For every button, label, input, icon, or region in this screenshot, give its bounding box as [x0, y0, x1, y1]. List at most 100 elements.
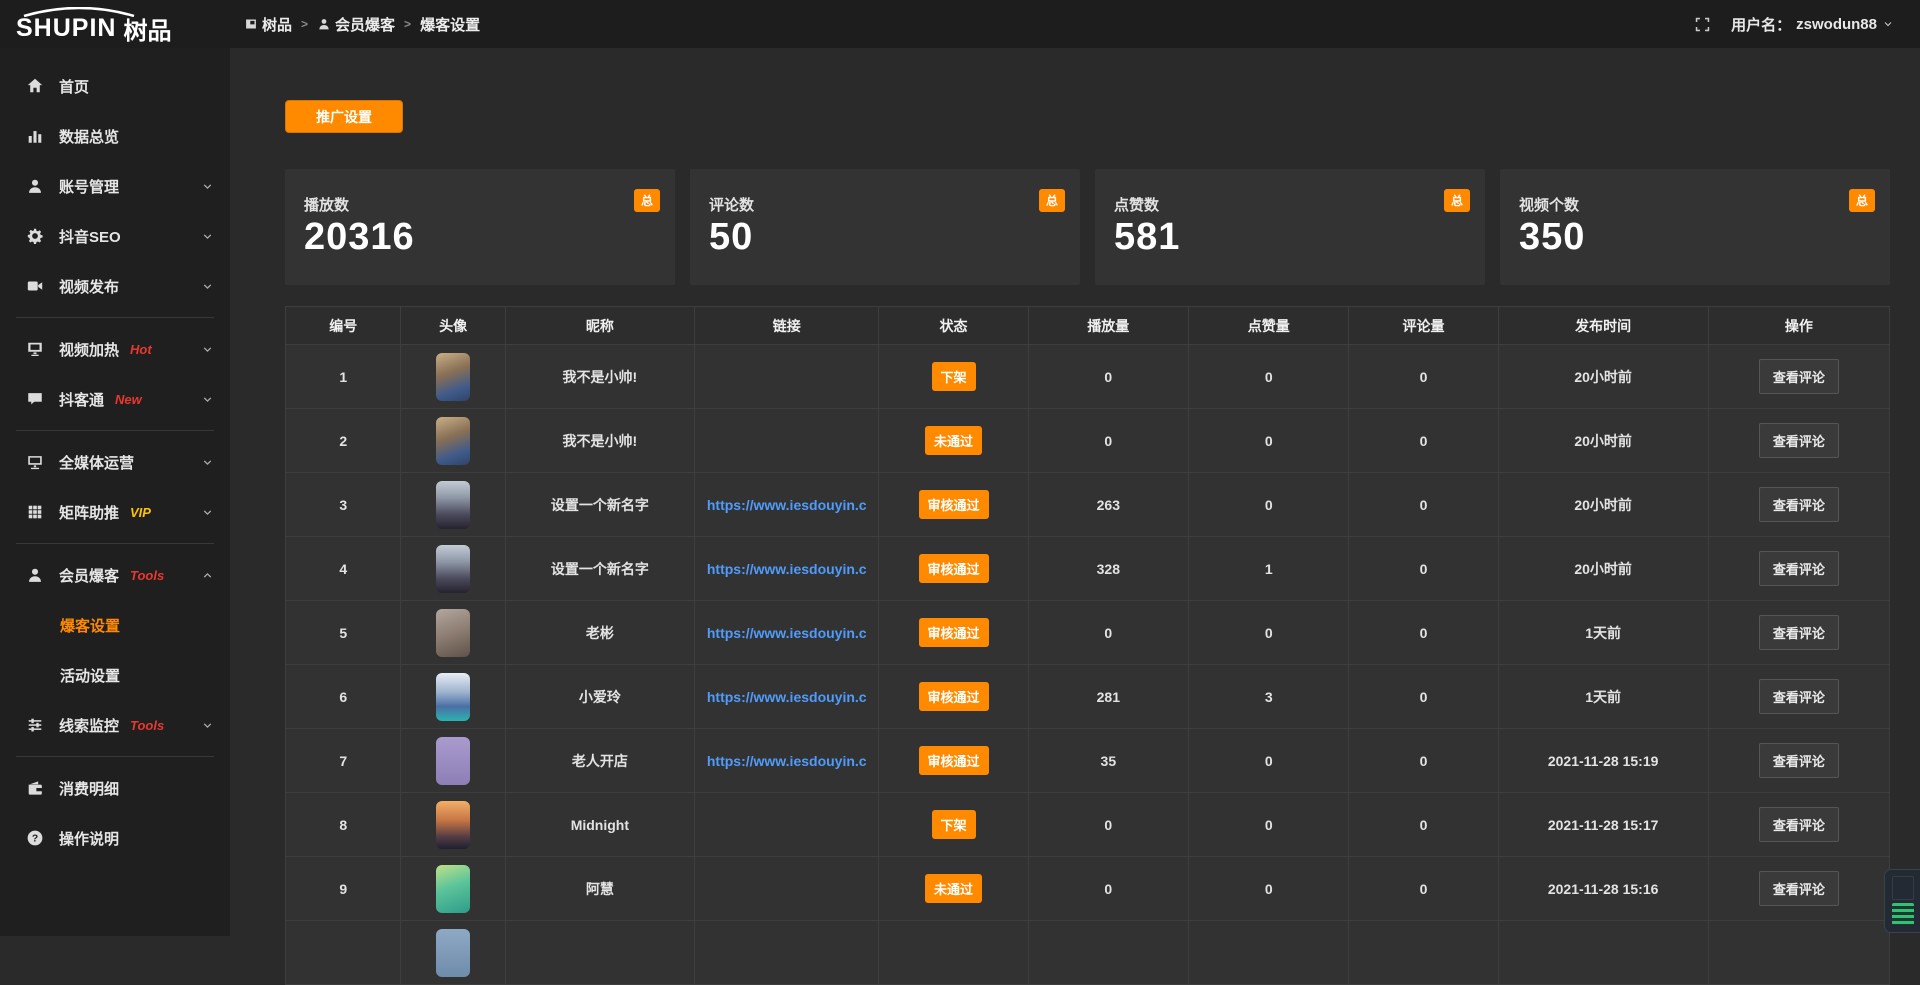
cell-status: 审核通过 [879, 729, 1028, 793]
sidebar-item-matrix-boost[interactable]: 矩阵助推VIP [0, 487, 230, 537]
chevron-down-icon [201, 506, 214, 519]
user-menu[interactable]: 用户名：zswodun88 [1731, 14, 1894, 35]
stat-card: 播放数20316总 [285, 169, 675, 285]
sidebar-item-label: 视频加热 [59, 339, 119, 360]
status-badge[interactable]: 审核通过 [919, 618, 989, 647]
sidebar-item-doukotong[interactable]: 抖客通New [0, 374, 230, 424]
view-comments-button[interactable]: 查看评论 [1759, 871, 1839, 906]
avatar [436, 545, 470, 593]
sidebar-item-member-baoke[interactable]: 会员爆客Tools [0, 550, 230, 600]
cell-time: 2021-11-28 15:19 [1498, 729, 1708, 793]
breadcrumb-separator: > [301, 17, 308, 31]
view-comments-button[interactable]: 查看评论 [1759, 551, 1839, 586]
cell-like [1189, 921, 1349, 985]
total-badge: 总 [634, 189, 660, 212]
sidebar-item-tag: Tools [130, 718, 164, 733]
logo-text: SHUPIN [16, 14, 116, 42]
breadcrumb-item[interactable]: 爆客设置 [420, 14, 480, 35]
sidebar-item-douyin-seo[interactable]: 抖音SEO [0, 211, 230, 261]
gear-icon [25, 226, 45, 246]
cell-comment: 0 [1349, 793, 1498, 857]
stat-card-value: 581 [1114, 217, 1470, 259]
view-comments-button[interactable]: 查看评论 [1759, 423, 1839, 458]
cell-comment: 0 [1349, 729, 1498, 793]
status-badge[interactable]: 审核通过 [919, 490, 989, 519]
fullscreen-icon[interactable] [1694, 16, 1711, 33]
avatar [436, 865, 470, 913]
avatar [436, 609, 470, 657]
breadcrumb-label: 会员爆客 [335, 14, 395, 35]
view-comments-button[interactable]: 查看评论 [1759, 807, 1839, 842]
chevron-down-icon [201, 180, 214, 193]
cell-action: 查看评论 [1708, 537, 1889, 601]
cell-action: 查看评论 [1708, 793, 1889, 857]
status-badge[interactable]: 未通过 [925, 874, 982, 903]
cell-nickname: 老彬 [505, 601, 694, 665]
column-header: 点赞量 [1189, 307, 1349, 345]
sidebar-item-label: 消费明细 [59, 778, 119, 799]
sidebar-item-home[interactable]: 首页 [0, 61, 230, 111]
cell-time: 20小时前 [1498, 409, 1708, 473]
cell-action: 查看评论 [1708, 601, 1889, 665]
avatar [436, 481, 470, 529]
sidebar-subitem-label: 爆客设置 [60, 615, 120, 636]
cell-status: 下架 [879, 345, 1028, 409]
view-comments-button[interactable]: 查看评论 [1759, 743, 1839, 778]
cell-status: 审核通过 [879, 537, 1028, 601]
cell-play: 263 [1028, 473, 1188, 537]
video-link[interactable]: https://www.iesdouyin.c [707, 689, 867, 705]
cell-play [1028, 921, 1188, 985]
status-badge[interactable]: 下架 [932, 362, 976, 391]
cell-action: 查看评论 [1708, 857, 1889, 921]
view-comments-button[interactable]: 查看评论 [1759, 487, 1839, 522]
sidebar-item-video-publish[interactable]: 视频发布 [0, 261, 230, 311]
status-badge[interactable]: 下架 [932, 810, 976, 839]
wallet-icon [25, 778, 45, 798]
chevron-down-icon [201, 393, 214, 406]
user-icon [25, 565, 45, 585]
breadcrumb-item[interactable]: 会员爆客 [317, 14, 395, 35]
view-comments-button[interactable]: 查看评论 [1759, 679, 1839, 714]
sidebar-item-consume-detail[interactable]: 消费明细 [0, 763, 230, 813]
cell-comment: 0 [1349, 601, 1498, 665]
status-badge[interactable]: 未通过 [925, 426, 982, 455]
video-link[interactable]: https://www.iesdouyin.c [707, 497, 867, 513]
sidebar-item-account-management[interactable]: 账号管理 [0, 161, 230, 211]
cell-play: 0 [1028, 345, 1188, 409]
status-badge[interactable]: 审核通过 [919, 682, 989, 711]
view-comments-button[interactable]: 查看评论 [1759, 359, 1839, 394]
status-badge[interactable]: 审核通过 [919, 554, 989, 583]
cell-status: 未通过 [879, 857, 1028, 921]
sidebar-subitem-label: 活动设置 [60, 665, 120, 686]
sidebar-item-operation-guide[interactable]: ?操作说明 [0, 813, 230, 863]
stat-card: 评论数50总 [690, 169, 1080, 285]
sidebar-item-video-heating[interactable]: 视频加热Hot [0, 324, 230, 374]
sidebar-item-clue-monitor[interactable]: 线索监控Tools [0, 700, 230, 750]
sidebar-divider [16, 430, 214, 431]
sidebar-subitem-baoke-settings[interactable]: 爆客设置 [0, 600, 230, 650]
avatar [436, 801, 470, 849]
cell-action: 查看评论 [1708, 409, 1889, 473]
column-header: 编号 [286, 307, 401, 345]
floating-widget[interactable] [1884, 869, 1920, 933]
cell-avatar [401, 729, 505, 793]
status-badge[interactable]: 审核通过 [919, 746, 989, 775]
video-link[interactable]: https://www.iesdouyin.c [707, 753, 867, 769]
cell-comment: 0 [1349, 345, 1498, 409]
cell-link [695, 857, 879, 921]
sidebar-item-data-overview[interactable]: 数据总览 [0, 111, 230, 161]
view-comments-button[interactable]: 查看评论 [1759, 615, 1839, 650]
video-link[interactable]: https://www.iesdouyin.c [707, 625, 867, 641]
sidebar-subitem-activity-settings[interactable]: 活动设置 [0, 650, 230, 700]
stat-card-label: 点赞数 [1114, 194, 1470, 215]
widget-screen [1892, 876, 1914, 900]
cell-play: 35 [1028, 729, 1188, 793]
sidebar-item-omni-media[interactable]: 全媒体运营 [0, 437, 230, 487]
chat-icon [25, 389, 45, 409]
promo-settings-button[interactable]: 推广设置 [285, 100, 403, 133]
chevron-down-icon [1882, 18, 1894, 30]
breadcrumb-item[interactable]: 树品 [244, 14, 292, 35]
cell-avatar [401, 793, 505, 857]
video-link[interactable]: https://www.iesdouyin.c [707, 561, 867, 577]
cell-link: https://www.iesdouyin.c [695, 601, 879, 665]
